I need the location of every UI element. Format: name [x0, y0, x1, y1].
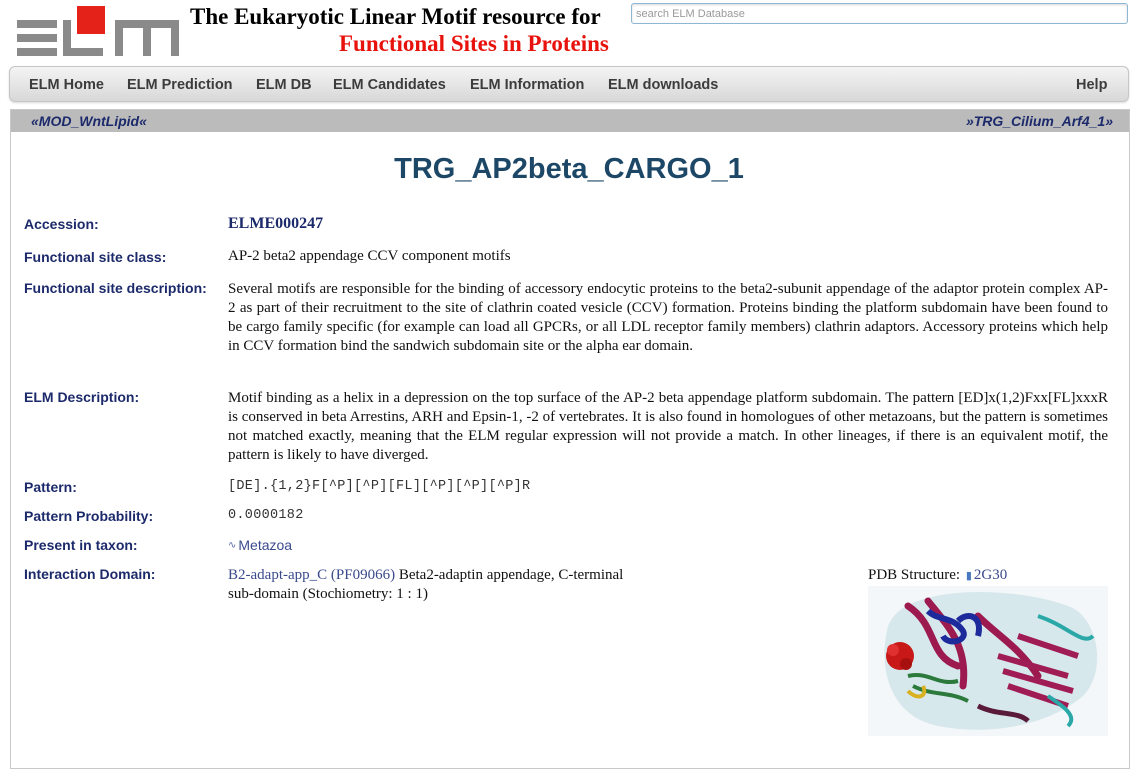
pattern-probability-label: Pattern Probability: — [24, 508, 154, 524]
pdb-structure: PDB Structure: ▮ 2G30 — [868, 567, 1007, 584]
domain-link[interactable]: B2-adapt-app_C (PF09066) — [228, 567, 395, 583]
functional-site-description-label: Functional site description: — [24, 280, 207, 296]
nav-elm-prediction[interactable]: ELM Prediction — [127, 77, 233, 93]
nav-elm-db[interactable]: ELM DB — [256, 77, 312, 93]
functional-site-class-label: Functional site class: — [24, 249, 167, 265]
site-subtitle: Functional Sites in Proteins — [339, 31, 609, 56]
search-input[interactable] — [631, 3, 1128, 24]
nav-elm-candidates[interactable]: ELM Candidates — [333, 77, 446, 93]
pattern-label: Pattern: — [24, 479, 77, 495]
elm-description-value: Motif binding as a helix in a depression… — [228, 390, 1108, 463]
nav-elm-home[interactable]: ELM Home — [29, 77, 104, 93]
prev-motif-link[interactable]: «MOD_WntLipid« — [31, 113, 147, 129]
taxon-value: ∿ Metazoa — [228, 536, 292, 555]
taxonomy-icon: ∿ — [228, 540, 237, 551]
domain-description: Beta2-adaptin appendage, C-terminal — [395, 567, 624, 583]
elm-logo[interactable] — [17, 6, 181, 56]
nav-elm-information[interactable]: ELM Information — [470, 77, 584, 93]
accession-label: Accession: — [24, 216, 99, 232]
interaction-domain-value: B2-adapt-app_C (PF09066) Beta2-adaptin a… — [228, 566, 848, 604]
taxon-link[interactable]: Metazoa — [238, 537, 292, 553]
functional-site-class-value: AP-2 beta2 appendage CCV component motif… — [228, 248, 511, 264]
pattern-probability-value: 0.0000182 — [228, 508, 304, 523]
pattern-value: [DE].{1,2}F[^P][^P][FL][^P][^P][^P]R — [228, 479, 531, 494]
nav-help[interactable]: Help — [1076, 77, 1107, 93]
domain-stoichiometry: sub-domain (Stochiometry: 1 : 1) — [228, 586, 428, 602]
pdb-link[interactable]: 2G30 — [974, 567, 1007, 583]
pdb-icon: ▮ — [965, 570, 972, 582]
interaction-domain-label: Interaction Domain: — [24, 566, 156, 582]
taxon-label: Present in taxon: — [24, 537, 138, 553]
pdb-label: PDB Structure: — [868, 567, 961, 583]
protein-structure-image[interactable] — [868, 586, 1108, 736]
main-nav: ELM Home ELM Prediction ELM DB ELM Candi… — [9, 66, 1129, 102]
accession-value: ELME000247 — [228, 215, 324, 232]
functional-site-description-value: Several motifs are responsible for the b… — [228, 281, 1108, 354]
next-motif-link[interactable]: »TRG_Cilium_Arf4_1» — [966, 113, 1113, 129]
elm-description-label: ELM Description: — [24, 389, 140, 405]
motif-navigation-bar: «MOD_WntLipid« »TRG_Cilium_Arf4_1» — [11, 110, 1129, 132]
page-title: TRG_AP2beta_CARGO_1 — [394, 153, 744, 185]
site-title: The Eukaryotic Linear Motif resource for — [190, 4, 601, 29]
nav-elm-downloads[interactable]: ELM downloads — [608, 77, 718, 93]
